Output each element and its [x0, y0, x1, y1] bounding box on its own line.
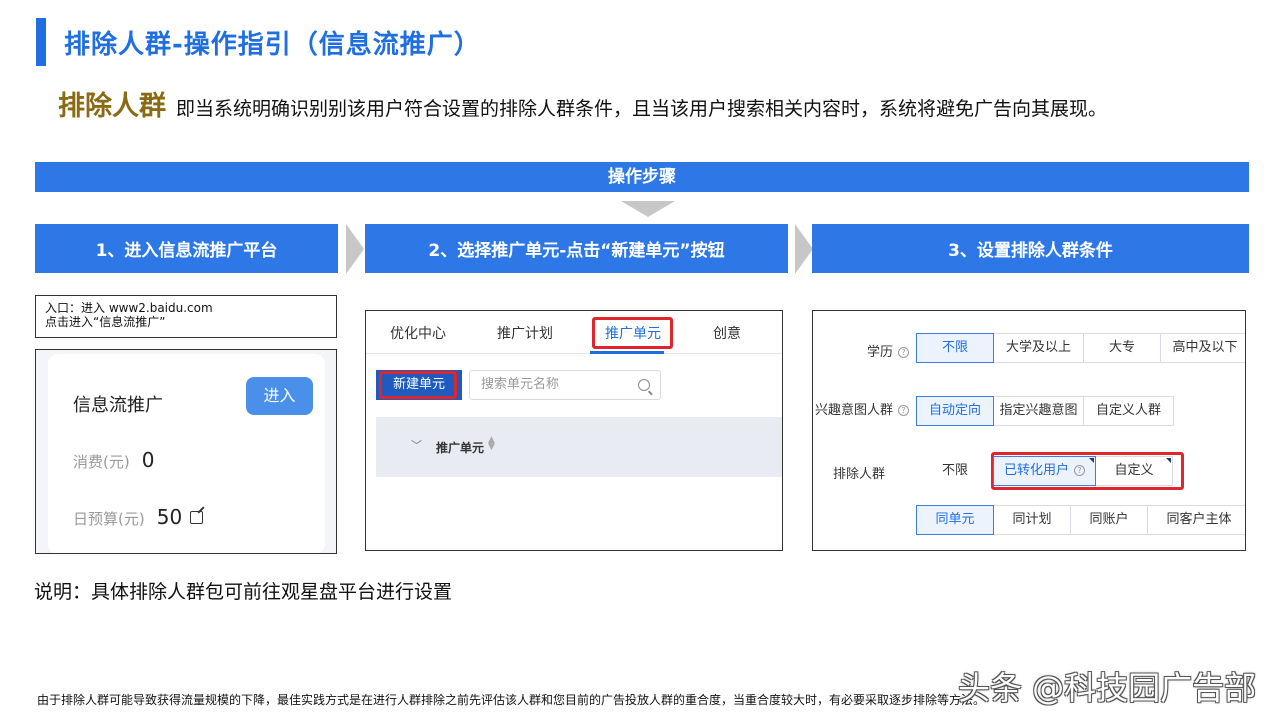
interest-label-row: 兴趣意图人群? — [815, 399, 909, 418]
scope-option-same-plan[interactable]: 同计划 — [993, 505, 1071, 535]
page-title: 排除人群-操作指引（信息流推广） — [64, 30, 481, 60]
budget-value: 50 — [156, 505, 183, 529]
entry-line-1: 入口：进入 www2.baidu.com — [45, 301, 213, 315]
sort-icon[interactable]: ▲ ▼ — [488, 436, 495, 452]
interest-options: 自动定向 指定兴趣意图 自定义人群 — [916, 396, 1174, 426]
interest-option-custom[interactable]: 自定义人群 — [1083, 396, 1174, 426]
down-arrow-icon — [621, 201, 675, 217]
exclude-option-converted[interactable]: 已转化用户? — [993, 456, 1096, 486]
selected-corner-icon — [1089, 458, 1094, 463]
chevron-right-icon — [795, 224, 813, 274]
education-option-highschool[interactable]: 高中及以下 — [1160, 333, 1245, 363]
feed-promotion-screenshot: 信息流推广 进入 消费(元) 0 日预算(元) 50 — [35, 349, 337, 554]
budget-label: 日预算(元) — [73, 510, 145, 528]
tab-highlight-box — [592, 317, 673, 349]
title-accent-bar — [36, 18, 46, 66]
help-icon[interactable]: ? — [1074, 465, 1085, 476]
tab-creatives[interactable]: 创意 — [713, 323, 741, 343]
card-title: 信息流推广 — [73, 395, 163, 416]
note: 说明：具体排除人群包可前往观星盘平台进行设置 — [34, 581, 453, 603]
chevron-right-icon — [346, 224, 364, 274]
tab-campaigns[interactable]: 推广计划 — [497, 323, 553, 343]
interest-label: 兴趣意图人群 — [814, 403, 893, 418]
budget-row: 日预算(元) 50 — [73, 505, 204, 529]
ad-unit-screenshot: 优化中心 推广计划 推广单元 创意 新建单元 搜索单元名称 ﹀ 推广单元 ▲ ▼ — [365, 310, 783, 551]
education-options: 不限 大学及以上 大专 高中及以下 — [916, 333, 1245, 363]
steps-banner: 操作步骤 — [35, 162, 1249, 192]
scope-option-same-client[interactable]: 同客户主体 — [1147, 505, 1245, 535]
scope-option-same-account[interactable]: 同账户 — [1070, 505, 1148, 535]
chevron-down-icon[interactable]: ﹀ — [411, 437, 422, 453]
tab-bar: 优化中心 推广计划 推广单元 创意 — [366, 311, 782, 354]
help-icon[interactable]: ? — [898, 347, 909, 358]
definition-term: 排除人群 — [58, 91, 166, 122]
button-highlight-box — [379, 371, 457, 399]
exclusion-settings-screenshot: 学历? 不限 大学及以上 大专 高中及以下 兴趣意图人群? 自动定向 指定兴趣意… — [812, 310, 1246, 551]
tab-optimization-center[interactable]: 优化中心 — [390, 323, 446, 343]
education-label: 学历 — [866, 345, 893, 360]
scope-options: 同单元 同计划 同账户 同客户主体 — [916, 505, 1245, 535]
education-label-row: 学历? — [867, 341, 909, 360]
table-header: ﹀ 推广单元 ▲ ▼ — [376, 417, 782, 477]
education-option-bachelor[interactable]: 大学及以上 — [993, 333, 1084, 363]
step-3-header: 3、设置排除人群条件 — [812, 224, 1249, 273]
enter-button[interactable]: 进入 — [246, 377, 313, 415]
scope-option-same-unit[interactable]: 同单元 — [916, 505, 994, 535]
feed-promotion-card: 信息流推广 进入 消费(元) 0 日预算(元) 50 — [48, 354, 325, 553]
unit-search-input[interactable]: 搜索单元名称 — [469, 370, 661, 400]
interest-option-auto[interactable]: 自动定向 — [916, 396, 994, 426]
definition-text: 即当系统明确识别别该用户符合设置的排除人群条件，且当该用户搜索相关内容时，系统将… — [176, 98, 1108, 120]
spend-value: 0 — [141, 448, 155, 472]
step-2-header: 2、选择推广单元-点击“新建单元”按钮 — [365, 224, 788, 273]
help-icon[interactable]: ? — [898, 405, 909, 416]
entry-instructions: 入口：进入 www2.baidu.com 点击进入“信息流推广” — [35, 295, 337, 338]
search-icon[interactable] — [638, 379, 650, 391]
converted-users-label: 已转化用户 — [1003, 463, 1069, 478]
education-option-unlimited[interactable]: 不限 — [916, 333, 994, 363]
definition: 排除人群 即当系统明确识别别该用户符合设置的排除人群条件，且当该用户搜索相关内容… — [58, 84, 1107, 123]
spend-label: 消费(元) — [73, 453, 130, 471]
search-placeholder: 搜索单元名称 — [481, 377, 560, 392]
step-1-header: 1、进入信息流推广平台 — [35, 224, 338, 273]
slide: 排除人群-操作指引（信息流推广） 排除人群 即当系统明确识别别该用户符合设置的排… — [0, 0, 1280, 720]
spend-row: 消费(元) 0 — [73, 448, 154, 472]
exclude-label: 排除人群 — [832, 467, 885, 482]
exclude-option-unlimited[interactable]: 不限 — [916, 456, 994, 486]
edit-icon[interactable] — [190, 511, 204, 524]
active-tab-underline — [590, 351, 664, 354]
interest-option-specified[interactable]: 指定兴趣意图 — [993, 396, 1084, 426]
entry-line-2: 点击进入“信息流推广” — [45, 315, 166, 329]
watermark: 头条 @科技园广告部 — [958, 669, 1257, 707]
column-header-ad-unit[interactable]: 推广单元 — [436, 439, 484, 456]
footnote: 由于排除人群可能导致获得流量规模的下降，最佳实践方式是在进行人群排除之前先评估该… — [37, 693, 986, 707]
education-option-college[interactable]: 大专 — [1083, 333, 1161, 363]
